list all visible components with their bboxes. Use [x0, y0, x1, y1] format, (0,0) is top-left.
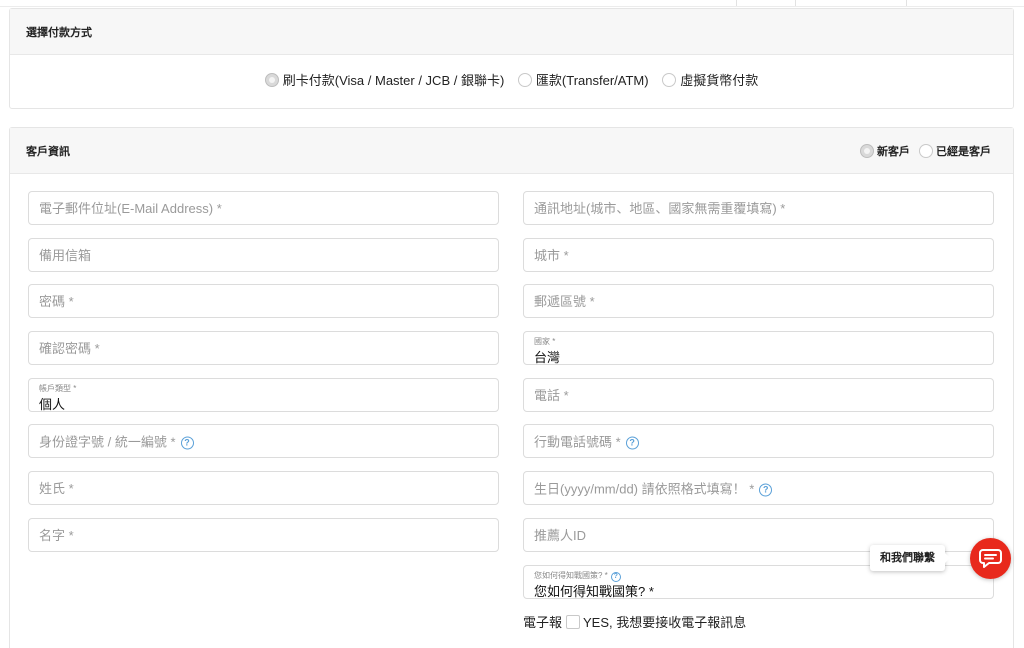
- payment-option-card[interactable]: 刷卡付款(Visa / Master / JCB / 銀聯卡): [264, 70, 505, 89]
- customer-type-new[interactable]: 新客戶: [859, 143, 910, 159]
- customer-type-existing[interactable]: 已經是客戶: [919, 143, 991, 159]
- postal-code-field[interactable]: [523, 284, 994, 318]
- payment-option-crypto[interactable]: 虛擬貨幣付款: [662, 70, 758, 89]
- mobile-field[interactable]: 行動電話號碼 *?: [523, 424, 994, 458]
- last-name-field[interactable]: [28, 471, 499, 505]
- first-name-input[interactable]: [29, 519, 498, 551]
- payment-panel-header: 選擇付款方式: [10, 9, 1013, 55]
- source-value: 您如何得知戰國策? *: [534, 584, 654, 599]
- chat-button[interactable]: [970, 538, 1011, 579]
- backup-email-field[interactable]: [28, 238, 499, 272]
- password-field[interactable]: [28, 284, 499, 318]
- birthday-placeholder: 生日(yyyy/mm/dd) 請依照格式填寫！ *?: [534, 479, 773, 498]
- customer-type-new-label: 新客戶: [876, 145, 910, 158]
- help-icon[interactable]: ?: [759, 483, 773, 497]
- mobile-placeholder: 行動電話號碼 *?: [534, 432, 639, 451]
- country-label: 國家 *: [534, 337, 556, 346]
- radio-card[interactable]: [264, 72, 279, 87]
- payment-title: 選擇付款方式: [26, 26, 92, 39]
- phone-field[interactable]: [523, 378, 994, 412]
- address-input[interactable]: [524, 192, 993, 224]
- radio-transfer[interactable]: [517, 72, 532, 87]
- payment-option-card-label: 刷卡付款(Visa / Master / JCB / 銀聯卡): [282, 73, 505, 88]
- postal-code-input[interactable]: [524, 285, 993, 317]
- backup-email-input[interactable]: [29, 239, 498, 271]
- country-value: 台灣: [534, 350, 561, 365]
- help-icon[interactable]: ?: [625, 436, 639, 450]
- account-type-value: 個人: [39, 397, 66, 412]
- top-strip: [0, 0, 1024, 7]
- payment-options: 刷卡付款(Visa / Master / JCB / 銀聯卡) 匯款(Trans…: [10, 70, 1013, 89]
- city-input[interactable]: [524, 239, 993, 271]
- contact-us-tooltip[interactable]: 和我們聯繫: [870, 545, 950, 571]
- payment-panel: 選擇付款方式 刷卡付款(Visa / Master / JCB / 銀聯卡) 匯…: [9, 8, 1014, 109]
- email-field[interactable]: [28, 191, 499, 225]
- customer-title: 客戶資訊: [26, 145, 70, 158]
- address-field[interactable]: [523, 191, 994, 225]
- help-icon[interactable]: ?: [180, 436, 194, 450]
- first-name-field[interactable]: [28, 518, 499, 552]
- account-type-label: 帳戶類型 *: [39, 384, 77, 393]
- radio-new-customer[interactable]: [859, 143, 874, 158]
- newsletter-checkbox-label[interactable]: YES, 我想要接收電子報訊息: [583, 615, 746, 630]
- newsletter-label: 電子報: [523, 615, 563, 630]
- payment-option-transfer-label: 匯款(Transfer/ATM): [535, 73, 649, 88]
- id-number-field[interactable]: 身份證字號 / 統一編號 *?: [28, 424, 499, 458]
- radio-existing-customer[interactable]: [919, 143, 933, 158]
- newsletter-row: 電子報 YES, 我想要接收電子報訊息: [523, 612, 746, 631]
- customer-type-existing-label: 已經是客戶: [936, 145, 991, 158]
- birthday-field[interactable]: 生日(yyyy/mm/dd) 請依照格式填寫！ *?: [523, 471, 994, 505]
- payment-option-transfer[interactable]: 匯款(Transfer/ATM): [517, 70, 649, 89]
- chat-bubble-icon: [979, 549, 1002, 568]
- radio-crypto[interactable]: [662, 72, 677, 87]
- account-type-select[interactable]: 帳戶類型 * 個人: [28, 378, 499, 412]
- id-number-placeholder: 身份證字號 / 統一編號 *?: [39, 432, 194, 451]
- confirm-password-input[interactable]: [29, 332, 498, 364]
- country-select[interactable]: 國家 * 台灣: [523, 331, 994, 365]
- phone-input[interactable]: [524, 379, 993, 411]
- customer-type-options: 新客戶 已經是客戶: [854, 143, 991, 159]
- payment-option-crypto-label: 虛擬貨幣付款: [680, 73, 759, 88]
- confirm-password-field[interactable]: [28, 331, 499, 365]
- email-input[interactable]: [29, 192, 498, 224]
- customer-panel-header: 客戶資訊 新客戶 已經是客戶: [10, 128, 1013, 174]
- last-name-input[interactable]: [29, 472, 498, 504]
- password-input[interactable]: [29, 285, 498, 317]
- newsletter-checkbox[interactable]: [566, 614, 581, 629]
- city-field[interactable]: [523, 238, 994, 272]
